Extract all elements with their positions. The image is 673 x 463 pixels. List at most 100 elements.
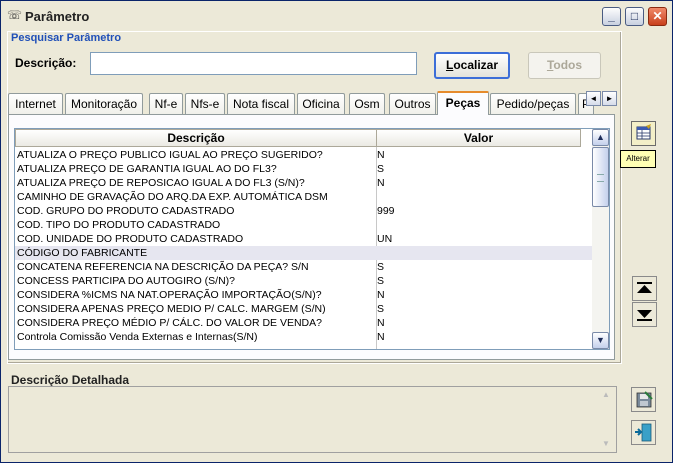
save-disk-icon xyxy=(636,391,653,408)
maximize-button[interactable]: □ xyxy=(625,7,644,26)
table-row[interactable]: COD. GRUPO DO PRODUTO CADASTRADO 999 xyxy=(15,204,593,218)
cell-valor: S xyxy=(377,303,385,315)
close-button[interactable]: ✕ xyxy=(648,7,667,26)
tab-label: Oficina xyxy=(302,97,340,111)
exit-button[interactable] xyxy=(631,420,656,445)
table-row[interactable]: COD. UNIDADE DO PRODUTO CADASTRADO UN xyxy=(15,232,593,246)
todos-label: Todos xyxy=(546,58,583,72)
cell-valor: 999 xyxy=(377,205,395,217)
scroll-up-button[interactable]: ▲ xyxy=(592,129,609,146)
cell-descricao: COD. GRUPO DO PRODUTO CADASTRADO xyxy=(17,205,235,217)
detail-scrollbar[interactable]: ▲ ▼ xyxy=(600,387,616,452)
table-row[interactable]: CONCATENA REFERENCIA NA DESCRIÇÃO DA PEÇ… xyxy=(15,260,593,274)
scroll-thumb[interactable] xyxy=(592,147,609,207)
table-row[interactable]: COD. TIPO DO PRODUTO CADASTRADO xyxy=(15,218,593,232)
cell-valor: UN xyxy=(377,233,393,245)
cell-valor: N xyxy=(377,177,385,189)
tab-nota-fiscal[interactable]: Nota fiscal xyxy=(227,93,295,114)
save-button[interactable] xyxy=(631,387,656,412)
localizar-label: Localizar xyxy=(445,58,499,72)
tab-internet[interactable]: Internet xyxy=(8,93,63,114)
cell-descricao: Controla Comissão Venda Externas e Inter… xyxy=(17,331,258,343)
grid-vertical-scrollbar[interactable]: ▲ ▼ xyxy=(592,129,609,349)
cell-descricao: CÓDIGO DO FABRICANTE xyxy=(17,247,148,259)
cell-descricao: CONCATENA REFERENCIA NA DESCRIÇÃO DA PEÇ… xyxy=(17,261,309,273)
move-bottom-icon xyxy=(637,310,652,321)
alterar-button[interactable] xyxy=(631,121,656,146)
tab-oficina[interactable]: Oficina xyxy=(297,93,345,114)
cell-valor: N xyxy=(377,289,385,301)
detail-label: Descrição Detalhada xyxy=(11,373,130,387)
maximize-icon: □ xyxy=(630,9,639,23)
tab-monitoracao[interactable]: Monitoração xyxy=(65,93,143,114)
chevron-left-icon: ◄ xyxy=(589,94,598,103)
description-label: Descrição: xyxy=(15,56,77,70)
arrow-down-icon: ▼ xyxy=(602,439,610,448)
cell-valor: N xyxy=(377,149,385,161)
tab-label: Monitoração xyxy=(70,97,138,111)
exit-door-icon xyxy=(635,423,652,442)
tab-nfse[interactable]: Nfs-e xyxy=(185,93,225,114)
tab-pecas[interactable]: Peças xyxy=(437,91,489,115)
tab-label: Outros xyxy=(394,97,431,111)
move-bottom-button[interactable] xyxy=(632,302,657,327)
parametro-window: ☏ Parâmetro _ □ ✕ Pesquisar Parâmetro De… xyxy=(0,0,673,463)
tab-label: Nf-e xyxy=(154,97,178,111)
phone-icon: ☏ xyxy=(7,8,23,22)
cell-valor: S xyxy=(377,163,385,175)
arrow-up-icon: ▲ xyxy=(602,390,610,399)
localizar-button[interactable]: Localizar xyxy=(434,52,510,79)
todos-button[interactable]: Todos xyxy=(528,52,601,79)
move-top-button[interactable] xyxy=(632,276,657,301)
tab-label: Osm xyxy=(354,97,380,111)
cell-valor: S xyxy=(377,275,385,287)
window-title: Parâmetro xyxy=(25,9,90,24)
cell-descricao: ATUALIZA PREÇO DE GARANTIA IGUAL AO DO F… xyxy=(17,163,277,175)
tab-scroll-right[interactable]: ► xyxy=(602,91,617,106)
grid-header: Descrição Valor xyxy=(15,129,581,147)
cell-descricao: COD. UNIDADE DO PRODUTO CADASTRADO xyxy=(17,233,244,245)
table-row[interactable]: CAMINHO DE GRAVAÇÃO DO ARQ.DA EXP. AUTOM… xyxy=(15,190,593,204)
tab-pedido-pecas[interactable]: Pedido/peças xyxy=(490,93,576,114)
detail-textarea[interactable]: ▲ ▼ xyxy=(8,386,617,453)
tab-nfe[interactable]: Nf-e xyxy=(149,93,183,114)
grip-icon xyxy=(597,174,604,182)
table-row[interactable]: CONSIDERA PREÇO MÉDIO P/ CÁLC. DO VALOR … xyxy=(15,316,593,330)
table-row[interactable]: Controla Comissão Venda Externas e Inter… xyxy=(15,330,593,344)
table-row[interactable]: ATUALIZA PREÇO DE REPOSICAO IGUAL A DO F… xyxy=(15,176,593,190)
tab-osm[interactable]: Osm xyxy=(349,93,385,114)
tab-outros[interactable]: Outros xyxy=(389,93,436,114)
tab-label: Peças xyxy=(445,96,481,110)
cell-valor: N xyxy=(377,331,385,343)
chevron-right-icon: ► xyxy=(605,94,614,103)
table-row[interactable]: CONSIDERA APENAS PREÇO MEDIO P/ CALC. MA… xyxy=(15,302,593,316)
scroll-down-button[interactable]: ▼ xyxy=(592,332,609,349)
table-row[interactable]: CÓDIGO DO FABRICANTE xyxy=(15,246,593,260)
tab-label: Nfs-e xyxy=(190,97,220,111)
table-row[interactable]: ATUALIZA PREÇO DE GARANTIA IGUAL AO DO F… xyxy=(15,162,593,176)
cell-descricao: CONCESS PARTICIPA DO AUTOGIRO (S/N)? xyxy=(17,275,236,287)
minimize-icon: _ xyxy=(608,9,615,23)
cell-descricao: ATUALIZA O PREÇO PUBLICO IGUAL AO PREÇO … xyxy=(17,149,323,161)
tab-label: Internet xyxy=(15,97,56,111)
cell-valor xyxy=(377,190,577,204)
description-search-input[interactable] xyxy=(90,52,417,75)
move-top-icon xyxy=(637,282,652,293)
tab-label: Pedido/peças xyxy=(496,97,570,111)
table-row[interactable]: CONCESS PARTICIPA DO AUTOGIRO (S/N)? S xyxy=(15,274,593,288)
table-row[interactable]: ATUALIZA O PREÇO PUBLICO IGUAL AO PREÇO … xyxy=(15,148,593,162)
parameter-grid: Descrição Valor ATUALIZA O PREÇO PUBLICO… xyxy=(14,128,610,350)
cell-valor xyxy=(377,218,577,232)
cell-descricao: ATUALIZA PREÇO DE REPOSICAO IGUAL A DO F… xyxy=(17,177,305,189)
cell-valor: S xyxy=(377,261,385,273)
column-header-descricao[interactable]: Descrição xyxy=(15,129,377,147)
tab-scroll-left[interactable]: ◄ xyxy=(586,91,601,106)
minimize-button[interactable]: _ xyxy=(602,7,621,26)
table-row[interactable]: CONSIDERA %ICMS NA NAT.OPERAÇÃO IMPORTAÇ… xyxy=(15,288,593,302)
cell-descricao: COD. TIPO DO PRODUTO CADASTRADO xyxy=(17,219,221,231)
tab-label: Nota fiscal xyxy=(232,97,290,111)
column-header-valor[interactable]: Valor xyxy=(376,129,581,147)
close-icon: ✕ xyxy=(652,9,663,23)
search-section-title: Pesquisar Parâmetro xyxy=(11,32,122,44)
title-bar: ☏ Parâmetro _ □ ✕ xyxy=(1,1,672,31)
